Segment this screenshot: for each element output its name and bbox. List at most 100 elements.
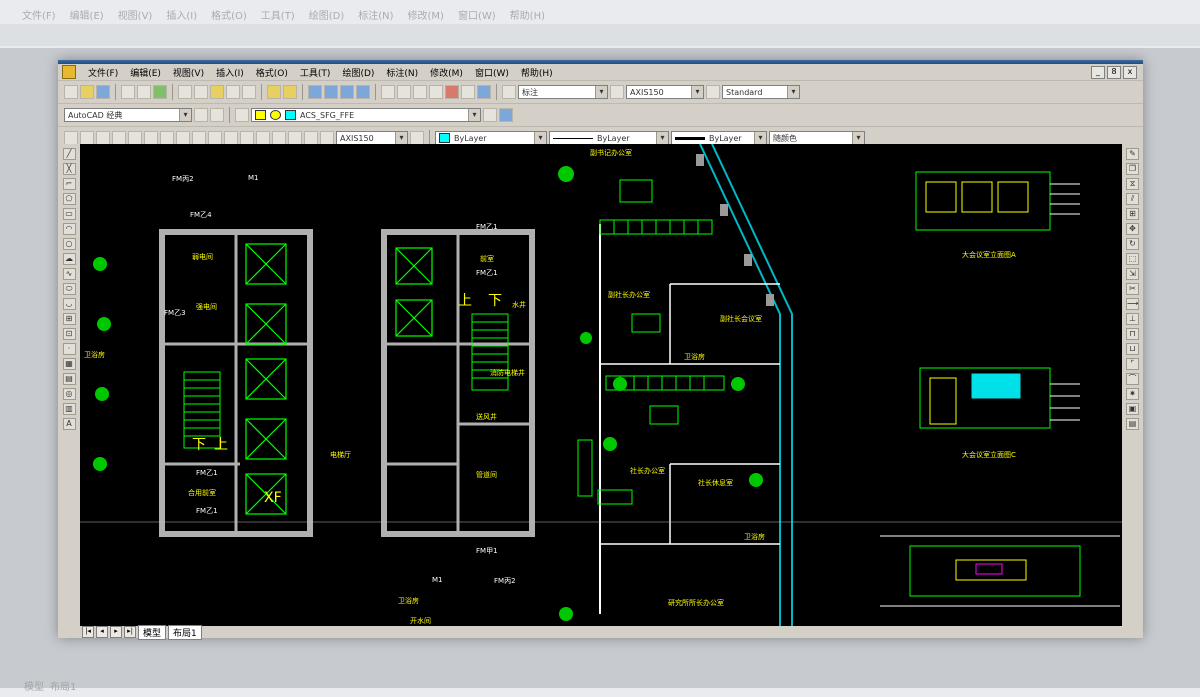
properties-icon[interactable] bbox=[381, 85, 395, 99]
calculator-icon[interactable] bbox=[461, 85, 475, 99]
match-properties-icon[interactable] bbox=[226, 85, 240, 99]
break-icon[interactable]: ⊓ bbox=[1126, 328, 1139, 340]
leader-icon[interactable] bbox=[240, 131, 254, 145]
open-icon[interactable] bbox=[80, 85, 94, 99]
join-icon[interactable]: ⊔ bbox=[1126, 343, 1139, 355]
draw-order-icon[interactable]: ▣ bbox=[1126, 403, 1139, 415]
menu-modify[interactable]: 修改(M) bbox=[424, 66, 469, 79]
redo-icon[interactable] bbox=[283, 85, 297, 99]
break-point-icon[interactable]: ⊥ bbox=[1126, 313, 1139, 325]
baseline-icon[interactable] bbox=[208, 131, 222, 145]
text-style-select[interactable]: 标注 bbox=[518, 85, 608, 99]
circle-icon[interactable]: ○ bbox=[62, 238, 76, 250]
quick-dim-icon[interactable] bbox=[192, 131, 206, 145]
dim-style-select[interactable]: AXIS150 bbox=[626, 85, 704, 99]
zoom-realtime-icon[interactable] bbox=[324, 85, 338, 99]
first-tab-icon[interactable]: |◂ bbox=[82, 626, 94, 638]
cut-icon[interactable] bbox=[178, 85, 192, 99]
copy-icon[interactable] bbox=[194, 85, 208, 99]
dim-style-manager-icon[interactable] bbox=[410, 131, 424, 145]
plot-style-select[interactable]: 随颜色 bbox=[769, 131, 865, 145]
menu-view[interactable]: 视图(V) bbox=[167, 66, 210, 79]
workspace-select[interactable]: AutoCAD 经典 bbox=[64, 108, 192, 122]
dim-style-select-2[interactable]: AXIS150 bbox=[336, 131, 408, 145]
menu-window[interactable]: 窗口(W) bbox=[469, 66, 515, 79]
erase-icon[interactable]: ✎ bbox=[1126, 148, 1139, 160]
undo-icon[interactable] bbox=[267, 85, 281, 99]
hatch-icon[interactable]: ▦ bbox=[62, 358, 76, 370]
tab-layout1[interactable]: 布局1 bbox=[168, 624, 202, 640]
dim-text-edit-icon[interactable] bbox=[304, 131, 318, 145]
continue-icon[interactable] bbox=[224, 131, 238, 145]
offset-icon[interactable]: ⫽ bbox=[1126, 193, 1139, 205]
angular-icon[interactable] bbox=[176, 131, 190, 145]
last-tab-icon[interactable]: ▸| bbox=[124, 626, 136, 638]
table-style-select[interactable]: Standard bbox=[722, 85, 800, 99]
region-icon[interactable]: ◎ bbox=[62, 388, 76, 400]
app-icon[interactable] bbox=[62, 65, 76, 79]
menu-edit[interactable]: 编辑(E) bbox=[124, 66, 167, 79]
prev-tab-icon[interactable]: ◂ bbox=[96, 626, 108, 638]
zoom-window-icon[interactable] bbox=[340, 85, 354, 99]
print-icon[interactable] bbox=[121, 85, 135, 99]
spline-icon[interactable]: ∿ bbox=[62, 268, 76, 280]
tab-model[interactable]: 模型 bbox=[138, 624, 167, 640]
preview-icon[interactable] bbox=[137, 85, 151, 99]
ellipse-icon[interactable]: ⬭ bbox=[62, 283, 76, 295]
ordinate-icon[interactable] bbox=[112, 131, 126, 145]
center-mark-icon[interactable] bbox=[272, 131, 286, 145]
point-icon[interactable]: · bbox=[62, 343, 76, 355]
diameter-icon[interactable] bbox=[160, 131, 174, 145]
publish-icon[interactable] bbox=[153, 85, 167, 99]
revision-cloud-icon[interactable]: ☁ bbox=[62, 253, 76, 265]
array-icon[interactable]: ⊞ bbox=[1126, 208, 1139, 220]
paste-icon[interactable] bbox=[210, 85, 224, 99]
jogged-icon[interactable] bbox=[144, 131, 158, 145]
layer-previous-icon[interactable] bbox=[499, 108, 513, 122]
restore-button[interactable]: 8 bbox=[1107, 66, 1121, 79]
drawing-canvas[interactable]: FM丙2 M1 FM乙4 FM乙1 FM乙1 FM乙3 FM乙1 FM乙1 FM… bbox=[80, 144, 1122, 626]
menu-help[interactable]: 帮助(H) bbox=[515, 66, 559, 79]
layer-select[interactable]: ACS_SFG_FFE bbox=[251, 108, 481, 122]
extend-icon[interactable]: ⟶ bbox=[1126, 298, 1139, 310]
save-icon[interactable] bbox=[96, 85, 110, 99]
line-icon[interactable]: ╱ bbox=[62, 148, 76, 160]
color-select[interactable]: ByLayer bbox=[435, 131, 547, 145]
mirror-icon[interactable]: ⧖ bbox=[1126, 178, 1139, 190]
make-current-icon[interactable] bbox=[483, 108, 497, 122]
construction-line-icon[interactable]: ╳ bbox=[62, 163, 76, 175]
menu-dimension[interactable]: 标注(N) bbox=[380, 66, 424, 79]
workspace-save-icon[interactable] bbox=[210, 108, 224, 122]
polygon-icon[interactable]: ⬠ bbox=[62, 193, 76, 205]
fillet-icon[interactable]: ⌒ bbox=[1126, 373, 1139, 385]
menu-insert[interactable]: 插入(I) bbox=[210, 66, 250, 79]
ellipse-arc-icon[interactable]: ◡ bbox=[62, 298, 76, 310]
design-center-icon[interactable] bbox=[397, 85, 411, 99]
menu-tools[interactable]: 工具(T) bbox=[294, 66, 337, 79]
workspace-settings-icon[interactable] bbox=[194, 108, 208, 122]
menu-format[interactable]: 格式(O) bbox=[250, 66, 294, 79]
lineweight-select[interactable]: ByLayer bbox=[671, 131, 767, 145]
make-block-icon[interactable]: ⊡ bbox=[62, 328, 76, 340]
sheet-set-icon[interactable] bbox=[429, 85, 443, 99]
pan-icon[interactable] bbox=[308, 85, 322, 99]
dim-update-icon[interactable] bbox=[320, 131, 334, 145]
menu-file[interactable]: 文件(F) bbox=[82, 66, 124, 79]
group-icon[interactable]: ▤ bbox=[1126, 418, 1139, 430]
arc-length-icon[interactable] bbox=[96, 131, 110, 145]
menu-draw[interactable]: 绘图(D) bbox=[336, 66, 380, 79]
multiline-text-icon[interactable]: A bbox=[62, 418, 76, 430]
move-icon[interactable]: ✥ bbox=[1126, 223, 1139, 235]
markup-icon[interactable] bbox=[445, 85, 459, 99]
zoom-previous-icon[interactable] bbox=[356, 85, 370, 99]
insert-block-icon[interactable]: ⊞ bbox=[62, 313, 76, 325]
dim-edit-icon[interactable] bbox=[288, 131, 302, 145]
polyline-icon[interactable]: ⌐ bbox=[62, 178, 76, 190]
help-icon[interactable] bbox=[477, 85, 491, 99]
table-icon[interactable]: ▥ bbox=[62, 403, 76, 415]
stretch-icon[interactable]: ⇲ bbox=[1126, 268, 1139, 280]
close-button[interactable]: x bbox=[1123, 66, 1137, 79]
gradient-icon[interactable]: ▤ bbox=[62, 373, 76, 385]
tool-palettes-icon[interactable] bbox=[413, 85, 427, 99]
chamfer-icon[interactable]: ⌜ bbox=[1126, 358, 1139, 370]
